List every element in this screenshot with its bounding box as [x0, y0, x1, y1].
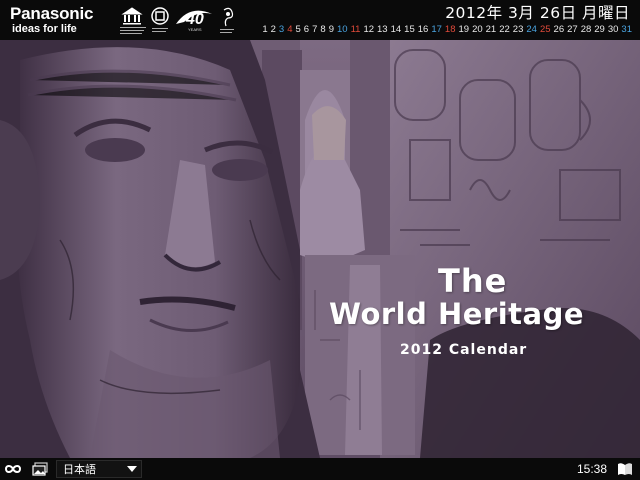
day-25[interactable]: 25: [540, 24, 551, 35]
svg-text:40: 40: [185, 11, 204, 28]
calendar-app: Panasonic ideas for life 40 YEARS 2012年 …: [0, 0, 640, 480]
day-16[interactable]: 16: [418, 24, 429, 35]
day-3[interactable]: 3: [279, 24, 284, 35]
day-10[interactable]: 10: [337, 24, 348, 35]
day-30[interactable]: 30: [608, 24, 619, 35]
day-27[interactable]: 27: [567, 24, 578, 35]
luxor-temple-image: [0, 40, 640, 458]
current-date-title: 2012年 3月 26日 月曜日: [445, 4, 630, 22]
day-31[interactable]: 31: [621, 24, 632, 35]
day-21[interactable]: 21: [486, 24, 497, 35]
day-1[interactable]: 1: [262, 24, 267, 35]
day-6[interactable]: 6: [304, 24, 309, 35]
month-day-strip: 1 2 3 4 5 6 7 8 9 10 11 12 13 14 15 16 17 18 19 20 21 22 23 24 2…: [262, 24, 632, 35]
day-12[interactable]: 12: [363, 24, 374, 35]
language-value: 日本語: [63, 463, 96, 476]
book-icon[interactable]: [617, 462, 633, 476]
day-11[interactable]: 11: [351, 24, 361, 35]
day-26[interactable]: 26: [554, 24, 565, 35]
day-24[interactable]: 24: [526, 24, 537, 35]
footer-bar: 日本語 15:38: [0, 458, 640, 480]
40-years-logo-icon: 40 YEARS: [176, 10, 212, 32]
infinity-icon[interactable]: [5, 463, 21, 475]
hero-title-world-heritage: World Heritage: [329, 297, 585, 331]
day-17[interactable]: 17: [431, 24, 442, 35]
day-13[interactable]: 13: [377, 24, 388, 35]
unesco-emblem-icon: [120, 7, 146, 34]
day-23[interactable]: 23: [513, 24, 524, 35]
day-29[interactable]: 29: [594, 24, 605, 35]
day-2[interactable]: 2: [271, 24, 276, 35]
brand-tagline: ideas for life: [12, 23, 77, 35]
day-9[interactable]: 9: [329, 24, 334, 35]
header-bar: Panasonic ideas for life 40 YEARS 2012年 …: [0, 0, 640, 40]
day-19[interactable]: 19: [458, 24, 469, 35]
day-20[interactable]: 20: [472, 24, 483, 35]
language-select[interactable]: 日本語: [56, 460, 142, 478]
day-18[interactable]: 18: [445, 24, 456, 35]
gallery-icon[interactable]: [32, 462, 48, 476]
day-22[interactable]: 22: [499, 24, 510, 35]
svg-text:YEARS: YEARS: [188, 27, 202, 32]
day-5[interactable]: 5: [296, 24, 301, 35]
clock-time: 15:38: [577, 462, 608, 476]
chevron-down-icon: [127, 466, 137, 472]
brand-logo: Panasonic: [10, 4, 94, 23]
cultural-heritage-logo-icon: [220, 7, 234, 33]
hero-title-the: The: [438, 262, 508, 300]
day-14[interactable]: 14: [391, 24, 402, 35]
day-15[interactable]: 15: [404, 24, 415, 35]
hero-photo: The World Heritage 2012 Calendar: [0, 40, 640, 458]
day-28[interactable]: 28: [581, 24, 592, 35]
day-4[interactable]: 4: [287, 24, 292, 35]
partner-logos: 40 YEARS: [120, 4, 240, 36]
hero-subtitle: 2012 Calendar: [400, 342, 528, 358]
world-heritage-emblem-icon: [151, 7, 169, 32]
day-8[interactable]: 8: [320, 24, 325, 35]
day-7[interactable]: 7: [312, 24, 317, 35]
